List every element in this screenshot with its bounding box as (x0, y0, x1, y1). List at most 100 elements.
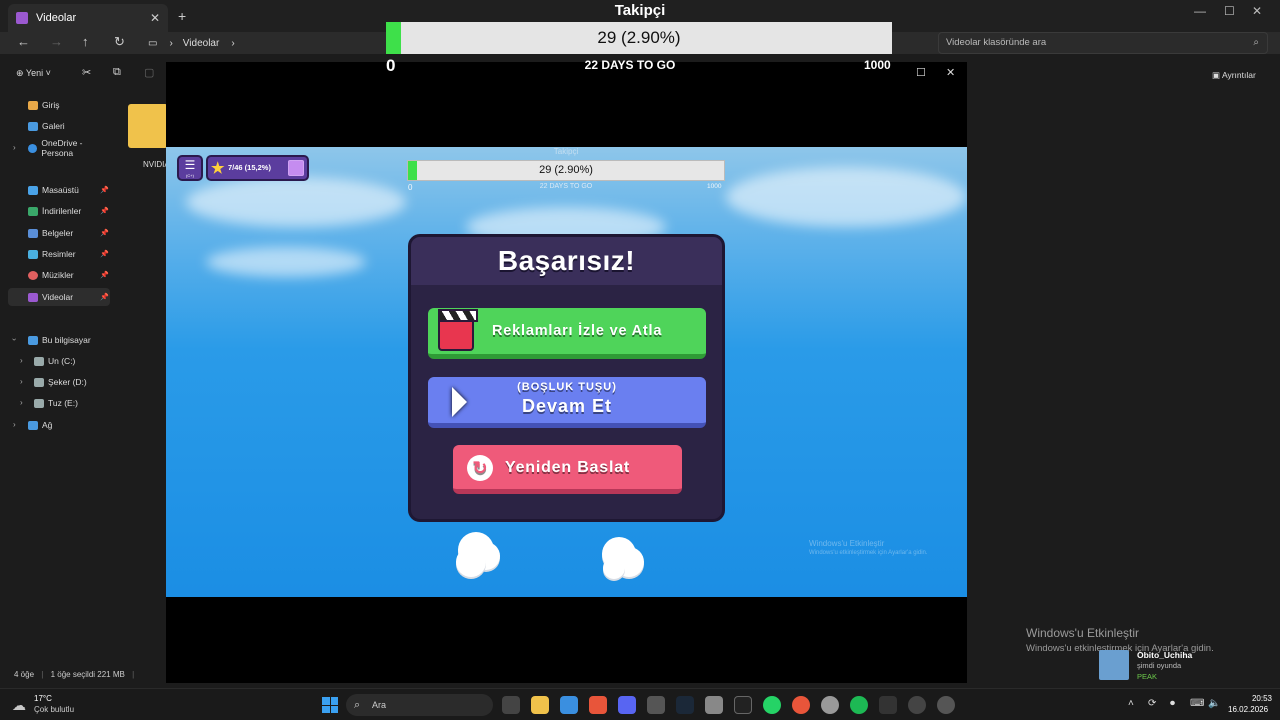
file-explorer-icon[interactable] (531, 696, 549, 714)
inner-progress-value: 29 (2.90%) (539, 164, 593, 176)
discord-icon[interactable] (618, 696, 636, 714)
start-button[interactable] (322, 697, 338, 713)
copy-icon[interactable]: ⧉ (113, 66, 121, 79)
app-icon[interactable] (647, 696, 665, 714)
restart-button[interactable]: ↻ Yeniden Baslat (453, 445, 682, 494)
volume-icon[interactable]: 🔈 (1208, 698, 1220, 709)
sidebar-item-drive-c[interactable]: Un (C:) (34, 354, 75, 368)
breadcrumb[interactable]: Videolar (183, 38, 220, 49)
continue-button[interactable]: (BOŞLUK TUŞU) Devam Et (428, 377, 706, 428)
steam-notification[interactable]: Obito_Uchiha şimdi oyunda PEAK (1097, 648, 1280, 684)
tab-videolar[interactable]: Videolar ✕ (8, 4, 168, 32)
clock-time[interactable]: 20:53 (1244, 694, 1272, 703)
app-icon[interactable] (705, 696, 723, 714)
app-icon[interactable] (937, 696, 955, 714)
gift-icon (288, 160, 304, 176)
watch-ads-label: Reklamları İzle ve Atla (492, 323, 663, 339)
maximize-icon[interactable]: ☐ (1224, 4, 1235, 18)
close-window-icon[interactable]: ✕ (1252, 4, 1262, 18)
steam-icon[interactable] (676, 696, 694, 714)
back-arrow-icon[interactable]: ← (17, 34, 30, 49)
sidebar-item-label: Giriş (42, 100, 60, 110)
chevron-right-icon[interactable]: › (20, 377, 23, 386)
watch-ads-button[interactable]: Reklamları İzle ve Atla (428, 308, 706, 359)
menu-icon: ☰ (184, 158, 196, 172)
menu-hint: (C+) (186, 173, 194, 178)
pictures-icon (28, 249, 38, 259)
app-icon[interactable] (879, 696, 897, 714)
chevron-right-icon: › (231, 37, 235, 49)
sidebar-item-onedrive[interactable]: OneDrive - Persona (28, 138, 112, 158)
taskbar-search[interactable]: ⌕ Ara (346, 694, 493, 716)
chevron-down-icon[interactable]: › (10, 338, 19, 341)
tab-label: Videolar (36, 12, 77, 24)
weather-cloud-icon[interactable]: ☁ (12, 697, 26, 714)
spotify-icon[interactable] (850, 696, 868, 714)
computer-icon (28, 335, 38, 345)
sidebar-item-home[interactable]: Giriş (28, 98, 59, 112)
refresh-icon[interactable]: ↻ (114, 34, 125, 50)
new-button[interactable]: ⊕ Yeni ˅ (16, 68, 51, 79)
star-progress-badge[interactable]: ★ 7/46 (15,2%) (206, 155, 309, 181)
whatsapp-icon[interactable] (763, 696, 781, 714)
sync-icon[interactable]: ⟳ (1148, 698, 1156, 709)
follower-progress-min: 0 (386, 56, 396, 75)
chevron-right-icon[interactable]: › (20, 356, 23, 365)
microphone-icon[interactable]: ⏺ (1170, 698, 1175, 709)
store-icon[interactable] (560, 696, 578, 714)
sidebar-item-music[interactable]: Müzikler (28, 268, 74, 282)
task-view-icon[interactable] (502, 696, 520, 714)
paste-icon[interactable]: ▢ (144, 66, 154, 79)
network-icon[interactable]: ⌨ (1190, 698, 1204, 709)
app-icon[interactable] (821, 696, 839, 714)
sidebar-item-label: Videolar (42, 292, 74, 302)
game-activation-title: Windows'u Etkinleştir (809, 539, 885, 548)
chevron-right-icon[interactable]: › (13, 420, 16, 429)
star-icon: ★ (211, 160, 225, 177)
network-icon (28, 420, 38, 430)
sidebar-item-this-pc[interactable]: Bu bilgisayar (28, 333, 91, 347)
forward-arrow-icon[interactable]: → (50, 34, 63, 49)
weather-temp[interactable]: 17°C (34, 694, 52, 703)
details-button[interactable]: ▣ Ayrıntılar (1212, 70, 1256, 81)
obs-icon[interactable] (908, 696, 926, 714)
inner-progress-min: 0 (408, 183, 413, 192)
gallery-icon (28, 121, 38, 131)
weather-desc[interactable]: Çok bulutlu (34, 705, 74, 714)
sidebar-item-videos[interactable]: Videolar (28, 290, 73, 304)
drive-icon (34, 356, 44, 366)
download-icon (28, 206, 38, 216)
sidebar-item-label: Belgeler (42, 228, 74, 238)
chevron-right-icon[interactable]: › (13, 143, 16, 152)
search-icon: ⌕ (1253, 37, 1259, 48)
sidebar-item-drive-e[interactable]: Tuz (E:) (34, 396, 78, 410)
sidebar-item-downloads[interactable]: İndirilenler (28, 204, 81, 218)
close-window-icon[interactable]: ✕ (946, 66, 955, 79)
sidebar-item-documents[interactable]: Belgeler (28, 226, 73, 240)
sidebar-item-pictures[interactable]: Resimler (28, 247, 76, 261)
up-arrow-icon[interactable]: ↑ (82, 34, 89, 49)
sidebar-item-label: Ağ (42, 420, 53, 430)
search-input[interactable]: Videolar klasöründe ara ⌕ (938, 32, 1268, 54)
new-tab-icon[interactable]: + (178, 8, 186, 24)
minimize-icon[interactable]: — (1194, 4, 1206, 18)
sidebar-item-gallery[interactable]: Galeri (28, 119, 65, 133)
taskbar: ☁ 17°C Çok bulutlu ⌕ Ara ˄ ⟳ ⏺ ⌨ 🔈 20:53… (0, 688, 1280, 720)
maximize-icon[interactable]: ☐ (916, 66, 926, 79)
chevron-right-icon[interactable]: › (20, 398, 23, 407)
sidebar-item-drive-d[interactable]: Şeker (D:) (34, 375, 87, 389)
cut-icon[interactable]: ✂ (82, 66, 91, 79)
epic-games-icon[interactable] (734, 696, 752, 714)
clock-date[interactable]: 16.02.2026 (1228, 705, 1268, 714)
sidebar-item-desktop[interactable]: Masaüstü (28, 183, 79, 197)
chevron-right-icon: › (169, 37, 173, 49)
chevron-up-icon[interactable]: ˄ (1128, 698, 1134, 709)
brave-icon[interactable] (589, 696, 607, 714)
pin-icon: 📌 (100, 208, 109, 215)
continue-hint: (BOŞLUK TUŞU) (517, 381, 617, 393)
menu-button[interactable]: ☰ (C+) (177, 155, 203, 181)
app-icon[interactable] (792, 696, 810, 714)
sidebar-item-network[interactable]: Ağ (28, 418, 52, 432)
folder-icon[interactable] (128, 104, 168, 148)
close-tab-icon[interactable]: ✕ (150, 11, 160, 25)
